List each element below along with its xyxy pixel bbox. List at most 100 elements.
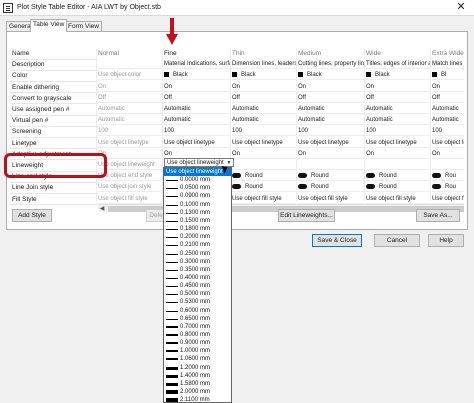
virtual-pen-row-cell[interactable]: Automatic [366, 116, 430, 126]
virtual-pen-row-cell[interactable]: Automatic [232, 116, 296, 126]
linetype-row-cell[interactable]: Use object linetype [164, 139, 230, 148]
color-row-cell[interactable]: Bl [432, 71, 464, 81]
lineweight-option[interactable]: 1.2000 mm [164, 364, 231, 372]
lineweight-row-cell[interactable] [432, 161, 464, 170]
enable-dithering-row-cell[interactable]: On [366, 83, 430, 92]
color-row-cell[interactable]: Black [232, 71, 296, 81]
convert-grayscale-row-cell[interactable]: Off [164, 94, 230, 103]
fill-style-row-cell[interactable]: Use object fil [432, 195, 464, 204]
lineweight-option[interactable]: 0.5000 mm [164, 290, 231, 298]
linetype-row-cell[interactable]: Use object linetype [366, 139, 430, 148]
edit-lineweights-button[interactable]: Edit Lineweights... [278, 209, 335, 222]
line-join-style-row-cell[interactable]: Round [366, 183, 430, 193]
enable-dithering-row-cell[interactable]: On [298, 83, 364, 92]
lineweight-option[interactable]: 2.1100 mm [164, 396, 231, 402]
convert-grayscale-row-cell[interactable]: Off [98, 94, 162, 103]
lineweight-option[interactable]: 0.0000 mm [164, 176, 231, 184]
line-end-style-row-cell[interactable]: Round [232, 172, 296, 182]
adaptive-adjustment-row-cell[interactable]: On [232, 150, 296, 159]
lineweight-option[interactable]: 0.4500 mm [164, 282, 231, 290]
lineweight-option[interactable]: 0.2000 mm [164, 233, 231, 241]
scroll-left-icon[interactable]: ◀ [98, 205, 106, 213]
virtual-pen-row-cell[interactable]: Automatic [98, 116, 162, 126]
lineweight-option[interactable]: 2.0000 mm [164, 388, 231, 396]
cancel-button[interactable]: Cancel [374, 234, 420, 247]
description-row-cell[interactable]: Material Indications, surfa [164, 60, 230, 70]
line-join-style-row-cell[interactable]: Round [232, 183, 296, 193]
lineweight-option[interactable]: 0.3000 mm [164, 258, 231, 266]
lineweight-option[interactable]: 0.1800 mm [164, 225, 231, 233]
add-style-button[interactable]: Add Style [12, 209, 52, 222]
lineweight-option[interactable]: 0.0500 mm [164, 184, 231, 192]
convert-grayscale-row-cell[interactable]: Off [298, 94, 364, 103]
color-row-cell[interactable]: Use object color [98, 71, 162, 81]
line-end-style-row-cell[interactable]: Rou [432, 172, 464, 182]
screening-row-cell[interactable]: 100 [298, 127, 364, 137]
lineweight-option[interactable]: 0.2500 mm [164, 250, 231, 258]
lineweight-row-cell[interactable]: Use object lineweight [98, 161, 162, 170]
line-end-style-row-cell[interactable]: Use object end style [98, 172, 162, 182]
virtual-pen-row-cell[interactable]: Automatic [164, 116, 230, 126]
assigned-pen-row-cell[interactable]: Automatic [366, 105, 430, 114]
color-row-cell[interactable]: Black [366, 71, 430, 81]
style-column-header[interactable]: Wide [366, 49, 430, 58]
screening-row-cell[interactable]: 100 [164, 127, 230, 137]
lineweight-option[interactable]: 1.5800 mm [164, 380, 231, 388]
linetype-row-cell[interactable]: Use object linetype [298, 139, 364, 148]
convert-grayscale-row-cell[interactable]: Off [366, 94, 430, 103]
adaptive-adjustment-row-cell[interactable]: On [298, 150, 364, 159]
screening-row-cell[interactable]: 100 [232, 127, 296, 137]
linetype-row-cell[interactable]: Use object linetype [232, 139, 296, 148]
line-end-style-row-cell[interactable]: Round [298, 172, 364, 182]
style-column-header[interactable]: Extra Wide [432, 49, 464, 58]
lineweight-row-cell[interactable] [298, 161, 364, 170]
assigned-pen-row-cell[interactable]: Automatic [232, 105, 296, 114]
lineweight-option[interactable]: 0.1000 mm [164, 201, 231, 209]
line-join-style-row-cell[interactable]: Rou [432, 183, 464, 193]
color-row-cell[interactable]: Black [298, 71, 364, 81]
line-join-style-row-cell[interactable]: Use object join style [98, 183, 162, 193]
lineweight-option[interactable]: 0.8000 mm [164, 331, 231, 339]
lineweight-option[interactable]: 1.4000 mm [164, 372, 231, 380]
color-row-cell[interactable]: Black [164, 71, 230, 81]
save-as-button[interactable]: Save As... [416, 209, 460, 222]
lineweight-option[interactable]: 0.6000 mm [164, 307, 231, 315]
enable-dithering-row-cell[interactable]: On [232, 83, 296, 92]
screening-row-cell[interactable]: 100 [98, 127, 162, 137]
fill-style-row-cell[interactable]: Use object fill style [298, 195, 364, 204]
lineweight-option[interactable]: 0.2100 mm [164, 241, 231, 249]
linetype-row-cell[interactable]: Use object lin [432, 139, 464, 148]
virtual-pen-row-cell[interactable]: Automatic [432, 116, 464, 126]
convert-grayscale-row-cell[interactable]: Off [232, 94, 296, 103]
close-icon[interactable]: ✕ [454, 1, 468, 14]
assigned-pen-row-cell[interactable]: Automatic [98, 105, 162, 114]
tab-table-view[interactable]: Table View [30, 19, 68, 32]
lineweight-option[interactable]: 1.0000 mm [164, 347, 231, 355]
help-button[interactable]: Help [428, 234, 464, 247]
assigned-pen-row-cell[interactable]: Automatic [432, 105, 464, 114]
save-close-button[interactable]: Save & Close [312, 234, 362, 247]
fill-style-row-cell[interactable]: Use object fill style [366, 195, 430, 204]
description-row-cell[interactable] [98, 60, 162, 70]
screening-row-cell[interactable]: 100 [366, 127, 430, 137]
lineweight-option[interactable]: 0.0900 mm [164, 192, 231, 200]
description-row-cell[interactable]: Cutting lines, property line [298, 60, 364, 70]
lineweight-option[interactable]: 0.3500 mm [164, 266, 231, 274]
style-column-header[interactable]: Fine [164, 49, 230, 58]
lineweight-option[interactable]: 1.0600 mm [164, 355, 231, 363]
lineweight-option[interactable]: 0.9000 mm [164, 339, 231, 347]
lineweight-option[interactable]: 0.1300 mm [164, 209, 231, 217]
linetype-row-cell[interactable]: Use object linetype [98, 139, 162, 148]
line-end-style-row-cell[interactable]: Round [366, 172, 430, 182]
adaptive-adjustment-row-cell[interactable]: On [432, 150, 464, 159]
tab-form-view[interactable]: Form View [65, 21, 102, 31]
virtual-pen-row-cell[interactable]: Automatic [298, 116, 364, 126]
description-row-cell[interactable]: Titles, edges of interior ar [366, 60, 430, 70]
convert-grayscale-row-cell[interactable]: Off [432, 94, 464, 103]
enable-dithering-row-cell[interactable]: On [98, 83, 162, 92]
lineweight-option[interactable]: 0.5300 mm [164, 298, 231, 306]
enable-dithering-row-cell[interactable]: On [432, 83, 464, 92]
lineweight-option[interactable]: 0.4000 mm [164, 274, 231, 282]
adaptive-adjustment-row-cell[interactable]: On [366, 150, 430, 159]
lineweight-option[interactable]: 0.7000 mm [164, 323, 231, 331]
